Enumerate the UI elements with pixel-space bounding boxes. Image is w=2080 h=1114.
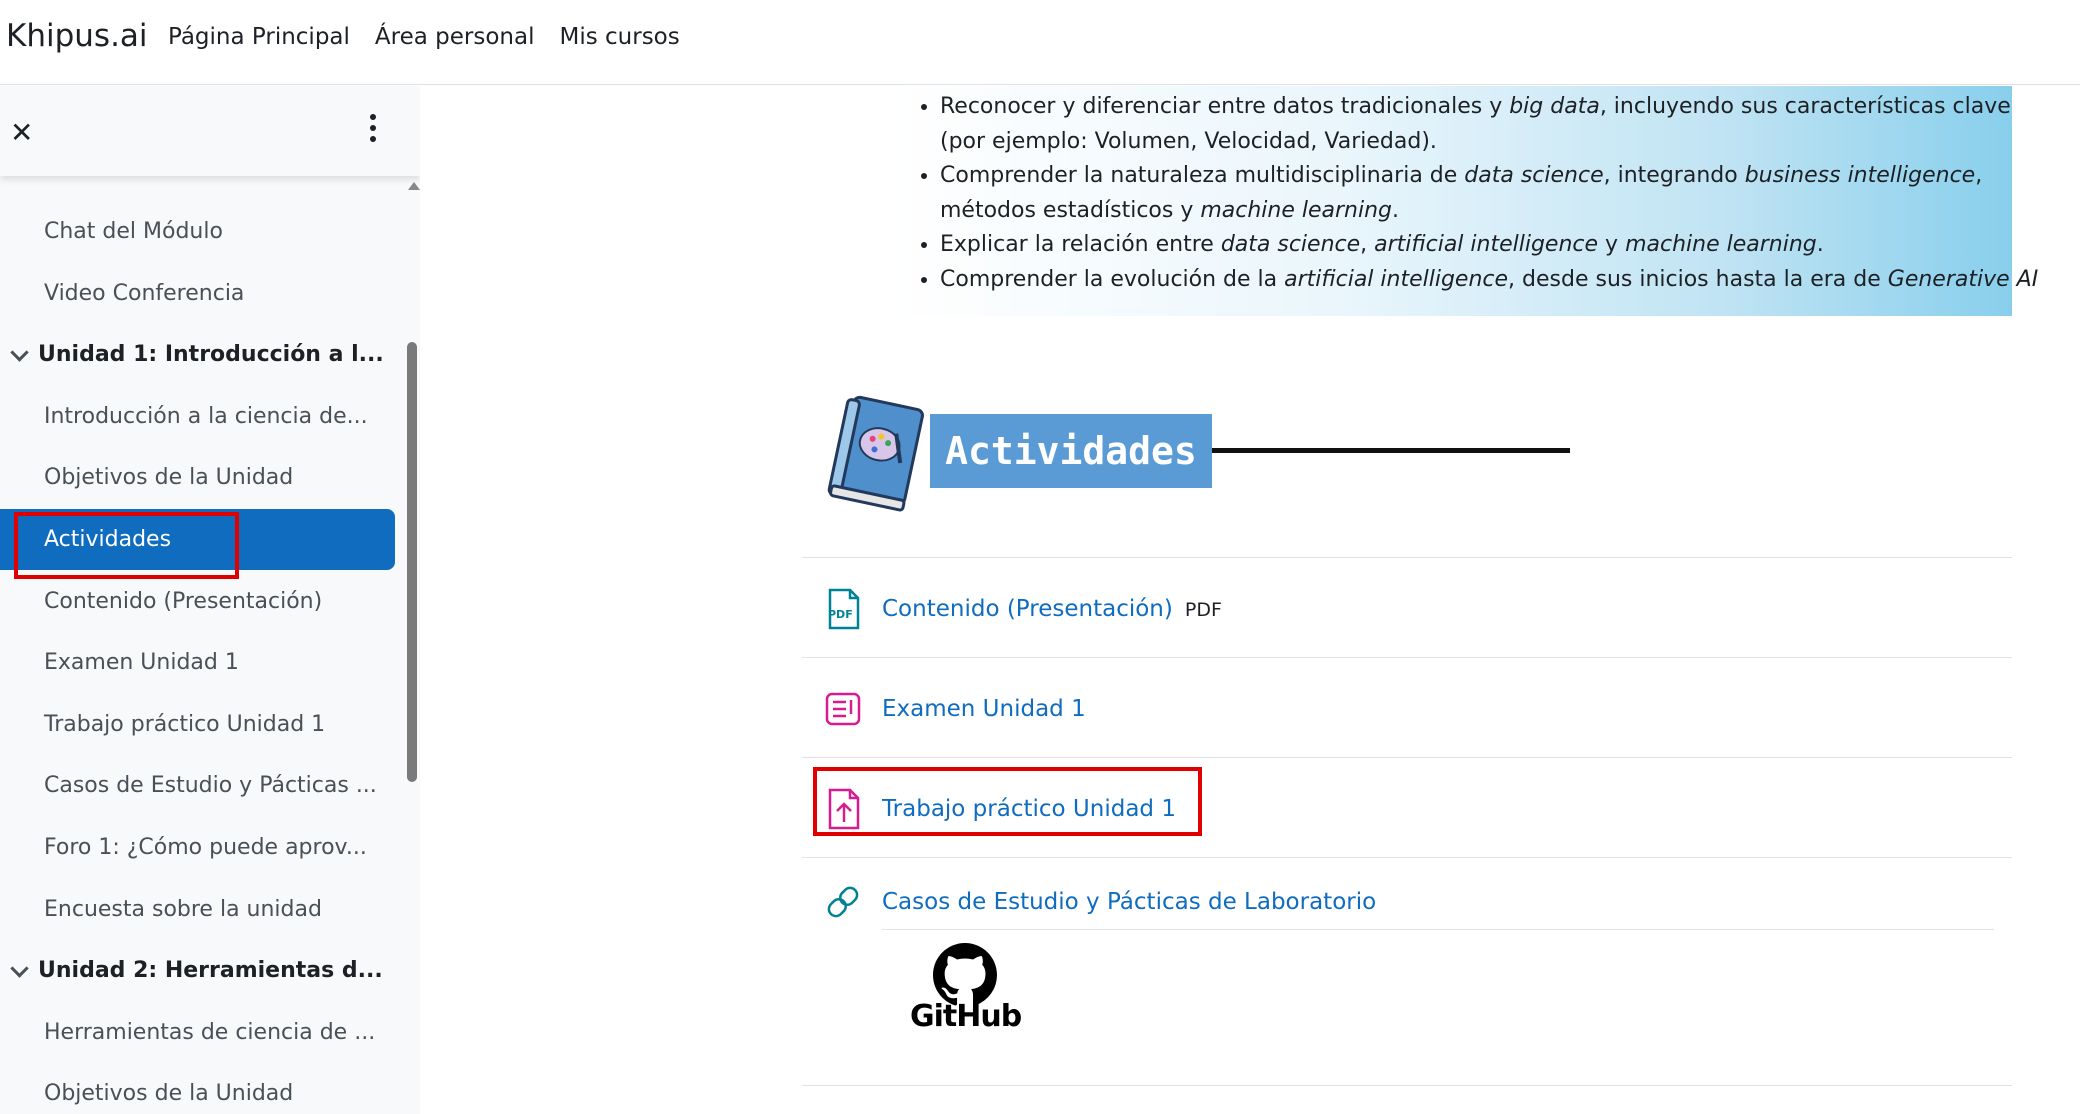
nav-link-my-courses[interactable]: Mis cursos bbox=[559, 24, 679, 50]
drawer-item-label: Herramientas de ciencia de ... bbox=[44, 1019, 376, 1045]
divider bbox=[802, 1085, 2012, 1086]
objective-text: , desde sus inicios hasta la era de bbox=[1508, 266, 1888, 292]
chevron-down-icon[interactable] bbox=[12, 964, 26, 978]
objective-text: . bbox=[1392, 197, 1400, 223]
divider bbox=[802, 757, 2012, 758]
drawer-item-label: Encuesta sobre la unidad bbox=[44, 896, 322, 922]
activity-link[interactable]: Examen Unidad 1 bbox=[882, 696, 1086, 722]
objective-text: Comprender la evolución de la bbox=[940, 266, 1285, 292]
drawer-item-label: Unidad 1: Introducción a l... bbox=[38, 342, 384, 368]
objective-text: , bbox=[1360, 232, 1375, 257]
objective-text: , integrando bbox=[1603, 163, 1745, 188]
objective-text: Reconocer y diferenciar entre datos trad… bbox=[940, 94, 1510, 119]
course-index-drawer: ✕ Contenidos del módulo Chat del MóduloV… bbox=[0, 86, 420, 1114]
activity-link[interactable]: Contenido (Presentación) PDF bbox=[882, 596, 1222, 622]
nav-link-dashboard[interactable]: Área personal bbox=[375, 24, 535, 50]
drawer-item-label: Video Conferencia bbox=[44, 280, 245, 306]
activity-link[interactable]: Casos de Estudio y Pácticas de Laborator… bbox=[882, 889, 1376, 915]
objective-term: business intelligence bbox=[1744, 163, 1976, 188]
objective-term: big data bbox=[1509, 94, 1600, 119]
objective-item: Comprender la naturaleza multidisciplina… bbox=[940, 159, 2050, 228]
svg-text:PDF: PDF bbox=[828, 608, 853, 621]
link-icon bbox=[827, 886, 859, 918]
objective-text: y bbox=[1598, 232, 1626, 257]
drawer-item[interactable]: Video Conferencia bbox=[0, 263, 395, 324]
drawer-item-label: Unidad 2: Herramientas d... bbox=[38, 958, 383, 984]
chevron-down-icon[interactable] bbox=[12, 348, 26, 362]
drawer-item[interactable]: Examen Unidad 1 bbox=[0, 632, 395, 693]
banner-title: Actividades bbox=[945, 429, 1197, 473]
drawer-item[interactable]: Encuesta sobre la unidad bbox=[0, 879, 395, 940]
divider bbox=[802, 857, 2012, 858]
drawer-item[interactable]: Trabajo práctico Unidad 1 bbox=[0, 694, 395, 755]
objective-item: Reconocer y diferenciar entre datos trad… bbox=[940, 90, 2050, 159]
objectives-list: Reconocer y diferenciar entre datos trad… bbox=[890, 90, 2050, 297]
drawer-item-label: Objetivos de la Unidad bbox=[44, 465, 294, 491]
objective-term: machine learning bbox=[1625, 232, 1817, 257]
objective-term: artificial intelligence bbox=[1374, 232, 1599, 257]
activity-pdf-content[interactable]: PDF Contenido (Presentación) PDF bbox=[802, 559, 2012, 658]
primary-navigation: Página Principal Área personal Mis curso… bbox=[168, 24, 680, 50]
github-logo[interactable]: GitHub bbox=[910, 943, 1022, 1039]
drawer-item-label: Trabajo práctico Unidad 1 bbox=[44, 711, 326, 737]
kebab-menu-icon[interactable] bbox=[370, 114, 376, 142]
drawer-item[interactable]: Foro 1: ¿Cómo puede aprov... bbox=[0, 817, 395, 878]
nav-link-home[interactable]: Página Principal bbox=[168, 24, 350, 50]
pdf-icon: PDF bbox=[828, 588, 860, 629]
drawer-section[interactable]: Unidad 2: Herramientas d... bbox=[0, 940, 395, 1001]
scroll-up-arrow-icon[interactable] bbox=[408, 182, 420, 190]
drawer-item[interactable]: Objetivos de la Unidad bbox=[0, 447, 395, 508]
objective-item: Comprender la evolución de la artificial… bbox=[940, 263, 2050, 298]
drawer-item-label: Foro 1: ¿Cómo puede aprov... bbox=[44, 835, 367, 860]
close-icon[interactable]: ✕ bbox=[10, 116, 33, 149]
objective-text: Explicar la relación entre bbox=[940, 232, 1221, 257]
drawer-item-label: Contenido (Presentación) bbox=[44, 588, 323, 614]
github-label: GitHub bbox=[910, 999, 1022, 1034]
activity-url[interactable]: Casos de Estudio y Pácticas de Laborator… bbox=[802, 859, 2012, 945]
drawer-item[interactable]: Casos de Estudio y Pácticas ... bbox=[0, 755, 395, 816]
file-type-badge: PDF bbox=[1184, 598, 1222, 621]
activity-quiz[interactable]: Examen Unidad 1 bbox=[802, 659, 2012, 758]
objective-term: data science bbox=[1220, 232, 1361, 257]
objective-term: Generative AI bbox=[1887, 266, 2039, 292]
quiz-icon bbox=[825, 692, 861, 725]
objective-term: artificial intelligence bbox=[1284, 266, 1509, 292]
objective-term: machine learning bbox=[1200, 197, 1393, 223]
drawer-item[interactable]: Objetivos de la Unidad bbox=[0, 1063, 395, 1114]
drawer-item[interactable]: Introducción a la ciencia de... bbox=[0, 386, 395, 447]
divider bbox=[802, 557, 2012, 558]
divider bbox=[882, 929, 1994, 930]
activity-label[interactable]: Contenido (Presentación) bbox=[882, 596, 1173, 622]
activities-banner: Actividades bbox=[822, 392, 1572, 512]
divider bbox=[802, 657, 2012, 658]
objective-item: Explicar la relación entre data science,… bbox=[940, 228, 2050, 263]
drawer-item-label: Objetivos de la Unidad bbox=[44, 1081, 294, 1107]
github-icon bbox=[933, 943, 997, 1006]
objective-text: . bbox=[1816, 232, 1824, 257]
book-palette-icon bbox=[827, 395, 924, 512]
drawer-item[interactable]: Chat del Módulo bbox=[0, 201, 395, 262]
drawer-header: ✕ bbox=[0, 86, 420, 176]
drawer-scrollbar[interactable] bbox=[407, 342, 417, 782]
drawer-item-label: Chat del Módulo bbox=[44, 219, 223, 244]
drawer-item-label: Examen Unidad 1 bbox=[44, 650, 239, 676]
drawer-item-label: Introducción a la ciencia de... bbox=[44, 403, 368, 429]
objective-text: Comprender la naturaleza multidisciplina… bbox=[940, 163, 1465, 188]
highlight-box-trabajo bbox=[813, 767, 1202, 836]
top-navbar: Khipus.ai Página Principal Área personal… bbox=[0, 0, 2080, 85]
drawer-section[interactable]: Unidad 1: Introducción a l... bbox=[0, 324, 395, 385]
site-brand[interactable]: Khipus.ai bbox=[6, 18, 148, 54]
drawer-item-label: Casos de Estudio y Pácticas ... bbox=[44, 773, 377, 799]
objective-term: data science bbox=[1464, 163, 1604, 188]
banner-divider-line bbox=[1212, 448, 1570, 453]
drawer-item[interactable]: Contenido (Presentación) bbox=[0, 571, 395, 632]
drawer-item[interactable]: Herramientas de ciencia de ... bbox=[0, 1002, 395, 1063]
highlight-box-actividades bbox=[14, 512, 239, 579]
